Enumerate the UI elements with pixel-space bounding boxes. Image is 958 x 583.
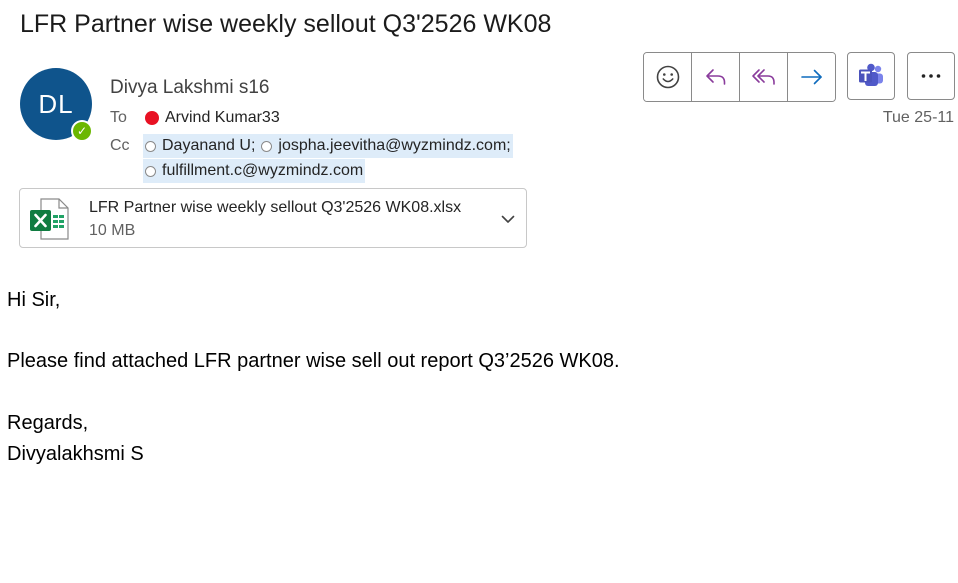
attachment-filename: LFR Partner wise weekly sellout Q3'2526 …: [89, 199, 462, 216]
presence-available-icon: ✓: [71, 120, 93, 142]
reply-all-icon: [751, 69, 775, 85]
emoji-icon: [656, 65, 679, 89]
excel-file-icon: [28, 197, 72, 246]
teams-share-button[interactable]: [847, 52, 895, 100]
cc-recipient[interactable]: fulfillment.c@wyzmindz.com: [162, 162, 363, 180]
body-greeting: Hi Sir,: [7, 289, 61, 311]
presence-unknown-icon: [261, 140, 273, 152]
body-signature: Divyalakhsmi S: [7, 443, 144, 465]
reply-all-button[interactable]: [740, 53, 788, 101]
teams-icon: [859, 63, 883, 86]
chevron-down-icon: [501, 215, 515, 223]
to-label: To: [110, 109, 127, 126]
received-date: Tue 25-11: [882, 109, 954, 126]
body-closing: Regards,: [7, 412, 89, 434]
more-icon: [921, 74, 941, 78]
reply-button[interactable]: [692, 53, 740, 101]
attachment-menu-button[interactable]: [500, 211, 516, 232]
to-recipient-name: Arvind Kumar33: [165, 109, 280, 126]
forward-button[interactable]: [788, 53, 835, 101]
cc-recipient[interactable]: jospha.jeevitha@wyzmindz.com;: [278, 137, 510, 155]
forward-icon: [800, 69, 822, 85]
presence-busy-icon: [145, 111, 159, 125]
emoji-reaction-button[interactable]: [644, 53, 692, 101]
reply-icon: [705, 69, 725, 85]
to-recipient[interactable]: Arvind Kumar33: [145, 109, 280, 127]
attachment-size: 10 MB: [89, 222, 136, 239]
cc-recipients-line-1: Dayanand U; jospha.jeevitha@wyzmindz.com…: [143, 134, 513, 158]
cc-recipients-line-2: fulfillment.c@wyzmindz.com: [143, 159, 366, 183]
email-subject: LFR Partner wise weekly sellout Q3'2526 …: [20, 10, 552, 38]
message-actions-toolbar: [643, 52, 836, 102]
more-actions-button[interactable]: [907, 52, 955, 100]
presence-unknown-icon: [145, 140, 156, 152]
cc-recipient[interactable]: Dayanand U;: [162, 137, 255, 155]
attachment-card[interactable]: LFR Partner wise weekly sellout Q3'2526 …: [19, 188, 527, 248]
cc-label: Cc: [110, 137, 130, 154]
sender-name[interactable]: Divya Lakshmi s16: [110, 77, 269, 99]
body-message: Please find attached LFR partner wise se…: [7, 350, 620, 372]
presence-unknown-icon: [145, 165, 156, 177]
